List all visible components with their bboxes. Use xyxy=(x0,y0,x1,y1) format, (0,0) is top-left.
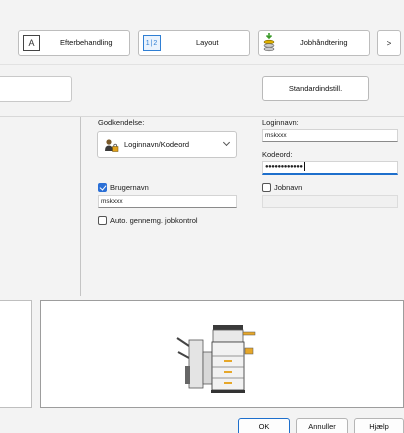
printer-preview xyxy=(40,300,404,408)
password-field[interactable]: ●●●●●●●●●●●● xyxy=(262,161,398,175)
password-label: Kodeord: xyxy=(262,150,293,159)
printer-icon xyxy=(176,325,256,393)
chevron-right-icon: > xyxy=(386,38,392,48)
dialog-footer: OK Annuller Hjælp xyxy=(0,410,404,433)
preview-area xyxy=(0,296,404,410)
defaults-button[interactable]: Standardindstill. xyxy=(262,76,369,101)
job-handling-icon xyxy=(263,33,275,52)
tab-label: Jobhåndtering xyxy=(300,38,348,47)
jobname-label: Jobnavn xyxy=(274,183,303,192)
cancel-button[interactable]: Annuller xyxy=(296,418,348,433)
login-field[interactable]: mskxxx xyxy=(262,129,398,142)
jobname-checkbox[interactable] xyxy=(262,183,271,192)
left-panel-header xyxy=(0,76,72,102)
auth-label: Godkendelse: xyxy=(98,118,145,127)
tab-layout[interactable]: 1|2 Layout xyxy=(138,30,250,56)
tab-scroll-right-button[interactable]: > xyxy=(377,30,401,56)
ok-button[interactable]: OK xyxy=(238,418,290,433)
text-caret xyxy=(303,162,305,171)
divider xyxy=(80,117,81,297)
chevron-down-icon xyxy=(222,138,231,147)
auth-select[interactable]: Loginnavn/Kodeord xyxy=(97,131,237,158)
tab-bar: A Efterbehandling 1|2 Layout Jobhåndteri… xyxy=(0,24,404,64)
username-checkbox[interactable] xyxy=(98,183,107,192)
layout-12-icon: 1|2 xyxy=(143,35,161,51)
username-field[interactable]: mskxxx xyxy=(98,195,237,208)
settings-panel: Godkendelse: Loginnavn/Kodeord Loginnavn… xyxy=(0,116,404,297)
username-label: Brugernavn xyxy=(110,183,149,192)
tab-label: Efterbehandling xyxy=(60,38,113,47)
help-button[interactable]: Hjælp xyxy=(354,418,404,433)
auto-job-control-checkbox[interactable] xyxy=(98,216,107,225)
letter-a-icon: A xyxy=(23,35,40,51)
tab-jobhaandtering[interactable]: Jobhåndtering xyxy=(258,30,370,56)
auto-job-control-label: Auto. gennemg. jobkontrol xyxy=(110,216,198,225)
password-dots: ●●●●●●●●●●●● xyxy=(265,164,303,171)
user-lock-icon xyxy=(105,139,119,152)
title-strip xyxy=(0,0,404,24)
auth-selected-value: Loginnavn/Kodeord xyxy=(124,140,190,149)
preview-left-panel xyxy=(0,300,32,408)
tab-efterbehandling[interactable]: A Efterbehandling xyxy=(18,30,130,56)
tab-label: Layout xyxy=(196,38,219,47)
jobname-field[interactable] xyxy=(262,195,398,208)
login-label: Loginnavn: xyxy=(262,118,299,127)
defaults-bar: Standardindstill. xyxy=(0,64,404,116)
